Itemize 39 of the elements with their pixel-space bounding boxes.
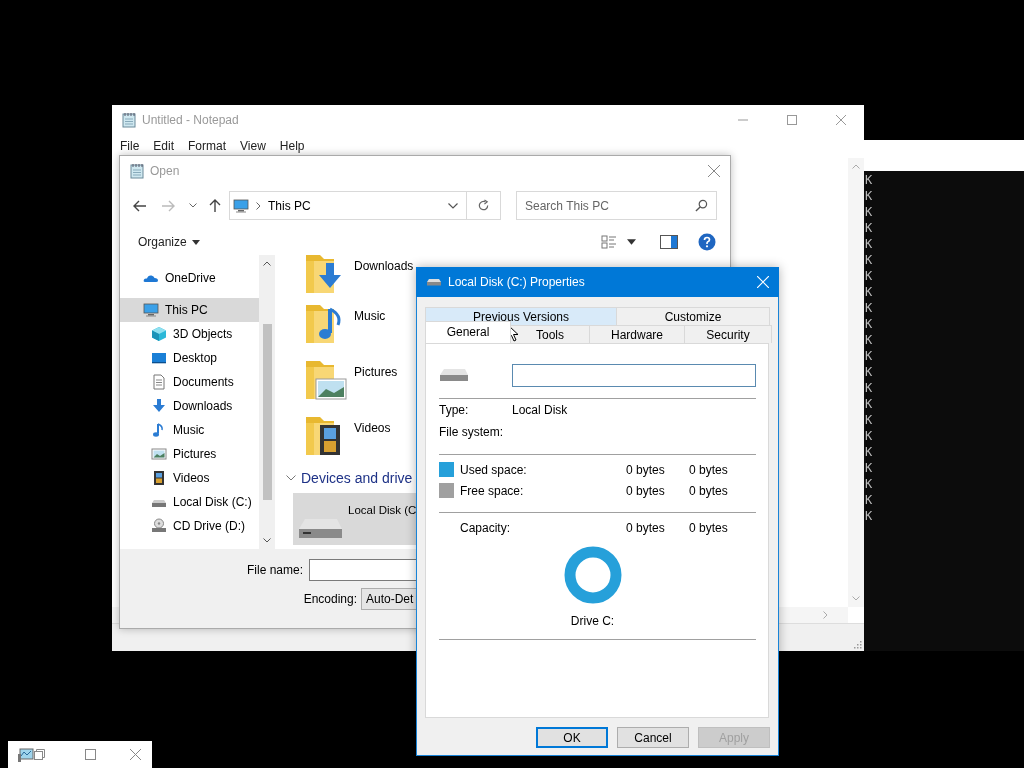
console-line: K xyxy=(864,412,873,428)
field-label: Used space: xyxy=(460,462,528,477)
field-label: Capacity: xyxy=(460,520,512,535)
console-line: K xyxy=(864,172,873,188)
drive-caption: Drive C: xyxy=(570,614,615,628)
console-line: K xyxy=(864,220,873,236)
field-value: Local Disk xyxy=(512,403,568,417)
console-line: K xyxy=(864,348,873,364)
field-value: 0 bytes xyxy=(626,462,666,477)
console-line: K xyxy=(864,316,873,332)
field-value: 0 bytes xyxy=(689,462,729,477)
field-label: Encoding: xyxy=(302,591,357,606)
console-line: K xyxy=(864,332,873,348)
field-value: 0 bytes xyxy=(689,483,729,498)
field-label: Type: xyxy=(439,403,470,417)
console-line: K xyxy=(864,284,873,300)
dialog-title: Open xyxy=(150,164,180,178)
console-line: K xyxy=(864,444,873,460)
console-line: K xyxy=(864,236,873,252)
console-line: K xyxy=(864,268,873,284)
console-line: K xyxy=(864,396,873,412)
console-line: K xyxy=(864,364,873,380)
window-title: Untitled - Notepad xyxy=(142,112,239,127)
field-value: 0 bytes xyxy=(626,483,666,498)
console-line: K xyxy=(864,204,873,220)
console-line: K xyxy=(864,428,873,444)
field-label: File system: xyxy=(439,425,504,439)
field-label: File name: xyxy=(245,562,303,577)
console-line: K xyxy=(864,300,873,316)
console-line: K xyxy=(864,508,873,524)
console-line: K xyxy=(864,188,873,204)
console-line: K xyxy=(864,460,873,476)
console-line: K xyxy=(864,476,873,492)
field-value: 0 bytes xyxy=(689,520,729,535)
dialog-title: Local Disk (C:) Properties xyxy=(448,275,585,289)
console-line: K xyxy=(864,380,873,396)
console-line: K xyxy=(864,252,873,268)
console-line: K xyxy=(864,492,873,508)
field-value: 0 bytes xyxy=(626,520,666,535)
